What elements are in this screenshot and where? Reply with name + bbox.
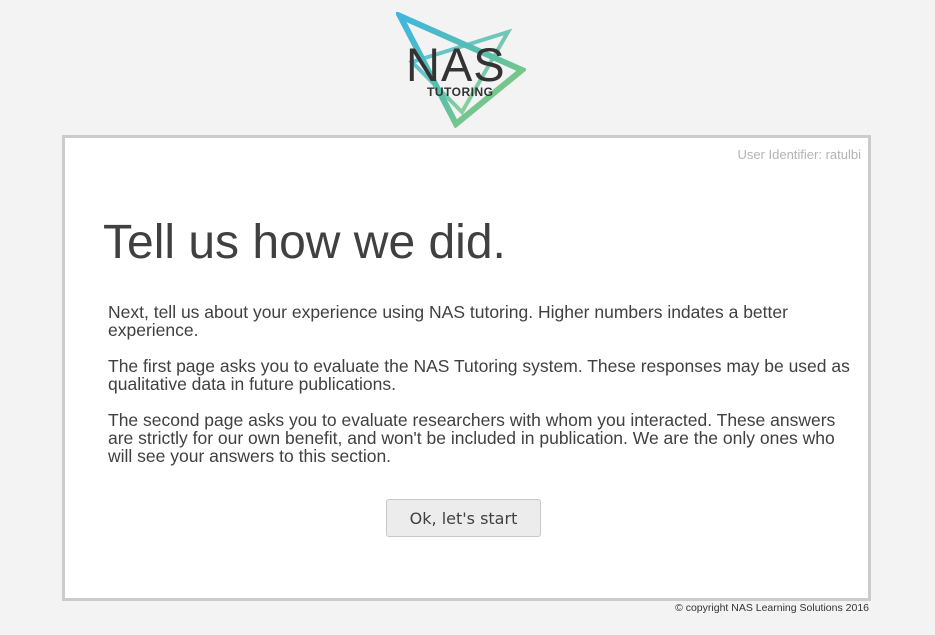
logo-nas-text: NAS bbox=[406, 38, 506, 91]
survey-intro-panel: User Identifier: ratulbi Tell us how we … bbox=[62, 135, 871, 601]
user-identifier: User Identifier: ratulbi bbox=[737, 147, 861, 162]
instruction-paragraph: Next, tell us about your experience usin… bbox=[108, 302, 788, 340]
start-button[interactable]: Ok, let's start bbox=[386, 499, 541, 537]
logo-tutoring-text: TUTORING bbox=[427, 85, 494, 99]
instruction-paragraph: The first page asks you to evaluate the … bbox=[108, 356, 850, 394]
page-title: Tell us how we did. bbox=[103, 216, 506, 269]
nas-tutoring-logo: NAS TUTORING bbox=[396, 12, 526, 128]
instruction-paragraph: The second page asks you to evaluate res… bbox=[108, 410, 836, 466]
copyright-notice: © copyright NAS Learning Solutions 2016 bbox=[675, 602, 869, 614]
instructions: Next, tell us about your experience usin… bbox=[108, 303, 858, 483]
